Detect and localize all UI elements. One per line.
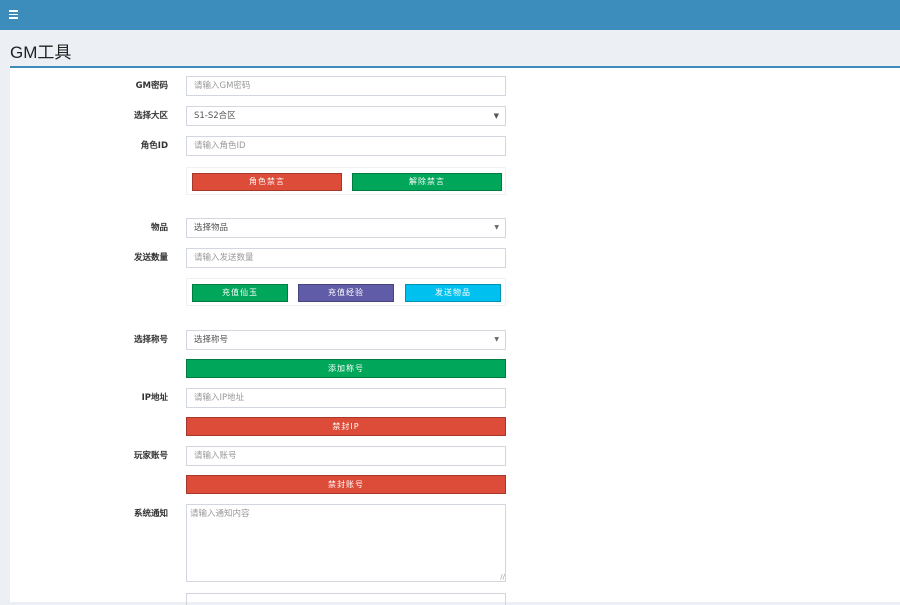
notice-label: 系统通知 [133,509,168,519]
recharge-jade-button[interactable]: 充值仙玉 [192,284,288,302]
page-title: GM工具 [10,43,72,62]
ip-label: IP地址 [141,393,168,403]
quantity-input[interactable] [186,248,506,268]
mute-role-button[interactable]: 角色禁言 [192,173,342,191]
item-select-value: 选择物品 [194,223,229,233]
role-id-label: 角色ID [140,141,168,151]
send-item-button[interactable]: 发送物品 [405,284,501,302]
item-select[interactable]: 选择物品 ▼ [186,218,506,238]
title-select-value: 选择称号 [194,335,229,345]
region-select[interactable]: S1-S2合区 ▼ [186,106,506,126]
role-id-input[interactable] [186,136,506,156]
next-field-partial [186,593,506,605]
notice-wrapper: ∕∕ [186,504,506,582]
region-select-value: S1-S2合区 [194,111,236,121]
page-header: GM工具 [0,30,900,66]
region-label: 选择大区 [133,111,168,121]
caret-down-icon: ▼ [494,224,499,231]
caret-down-icon: ▼ [494,336,499,343]
item-label: 物品 [150,223,168,233]
quantity-label: 发送数量 [133,253,168,263]
recharge-exp-button[interactable]: 充值经验 [298,284,394,302]
notice-textarea[interactable] [186,504,506,582]
hamburger-menu-icon[interactable] [9,10,18,19]
top-navbar [0,0,900,30]
add-title-button[interactable]: 添加称号 [186,359,506,378]
unmute-role-button[interactable]: 解除禁言 [352,173,502,191]
gm-password-input[interactable] [186,76,506,96]
ban-ip-button[interactable]: 禁封IP [186,417,506,436]
resize-handle-icon[interactable]: ∕∕ [500,574,505,581]
account-label: 玩家账号 [133,451,168,461]
ban-account-button[interactable]: 禁封账号 [186,475,506,494]
chevron-down-icon: ▼ [493,112,499,120]
title-select[interactable]: 选择称号 ▼ [186,330,506,350]
mute-button-group: 角色禁言 解除禁言 [186,167,506,195]
send-button-group: 充值仙玉 充值经验 发送物品 [186,278,506,306]
gm-password-label: GM密码 [135,81,168,91]
ip-input[interactable] [186,388,506,408]
gm-form-panel: GM密码 选择大区 S1-S2合区 ▼ 角色ID 角色禁言 解除禁言 物品 选择… [10,66,900,605]
title-label: 选择称号 [133,335,168,345]
account-input[interactable] [186,446,506,466]
